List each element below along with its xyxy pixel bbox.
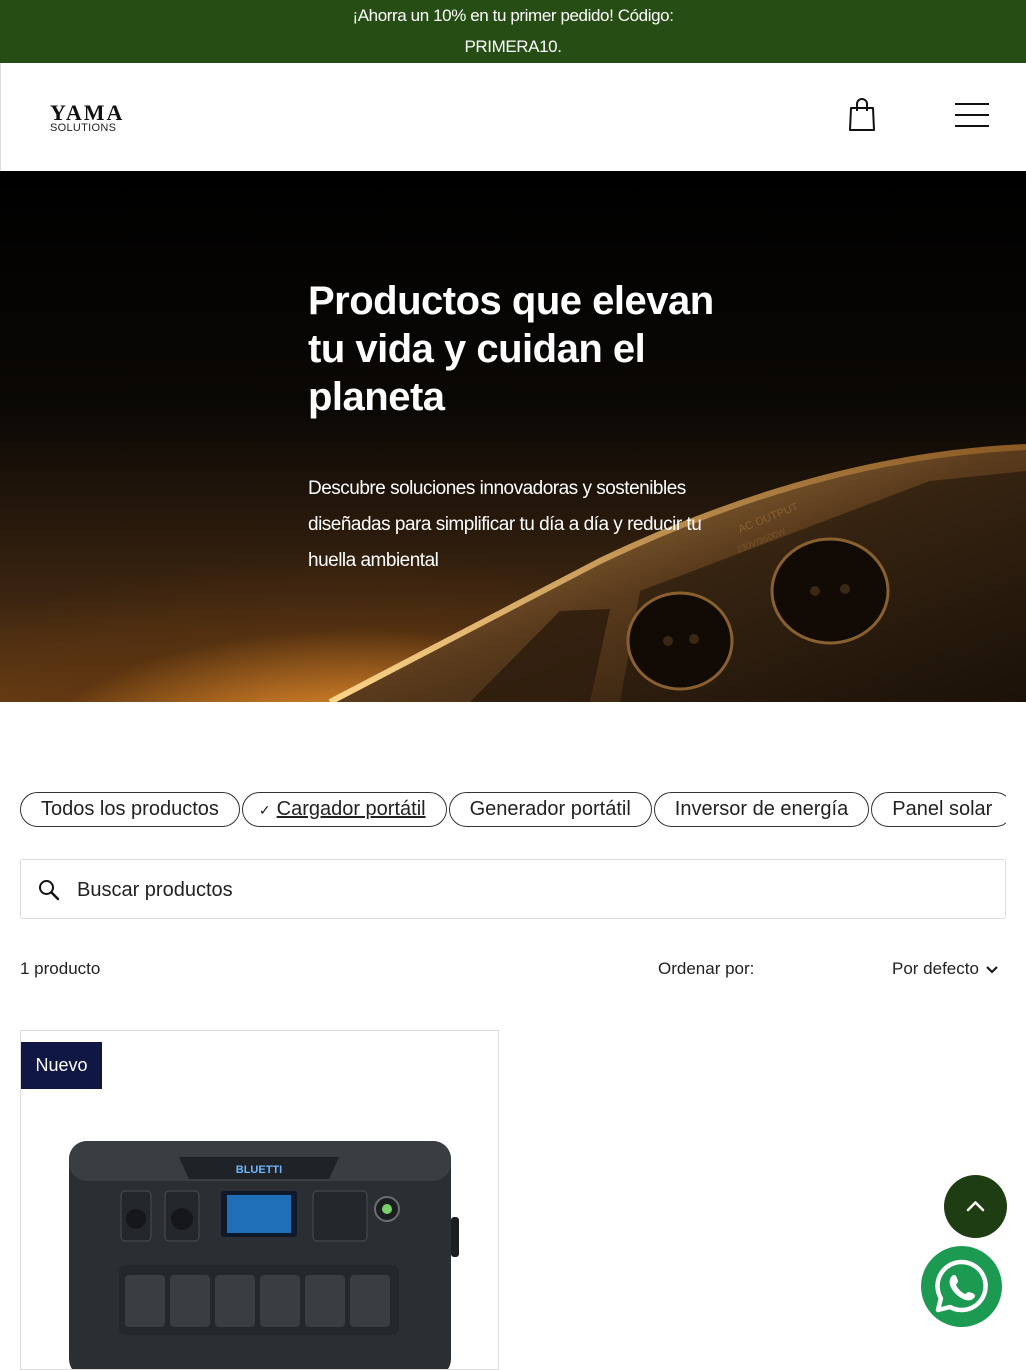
scroll-to-top-button[interactable] xyxy=(944,1175,1007,1238)
category-chip-generador[interactable]: Generador portátil xyxy=(448,792,652,827)
product-card[interactable]: Nuevo BLUETTI xyxy=(20,1030,499,1370)
hamburger-menu-icon xyxy=(955,103,989,127)
whatsapp-icon xyxy=(935,1259,988,1313)
category-chip-cargador[interactable]: ✓ Cargador portátil xyxy=(241,792,447,827)
search-input[interactable] xyxy=(77,874,957,906)
category-chip-label: Inversor de energía xyxy=(674,798,849,820)
product-brand-label: BLUETTI xyxy=(236,1164,282,1176)
category-chip-label: Cargador portátil xyxy=(276,798,426,820)
promo-banner: ¡Ahorra un 10% en tu primer pedido! Códi… xyxy=(0,0,1026,63)
category-chip-todos[interactable]: Todos los productos xyxy=(20,792,240,827)
hero-banner: AC OUTPUT 230V/3600W Productos que eleva… xyxy=(0,171,1026,702)
whatsapp-button[interactable] xyxy=(921,1246,1002,1327)
shopping-bag-icon xyxy=(849,98,875,131)
category-chip-label: Panel solar xyxy=(892,798,993,820)
hero-subtitle: Descubre soluciones innovadoras y sosten… xyxy=(308,478,702,571)
cart-button[interactable] xyxy=(846,97,878,133)
search-icon xyxy=(39,880,60,901)
site-logo[interactable]: YAMA SOLUTIONS xyxy=(50,100,125,134)
hero-title: Productos que elevan tu vida y cuidan el… xyxy=(308,279,714,419)
chevron-up-icon xyxy=(966,1201,985,1212)
promo-text-line2: PRIMERA10. xyxy=(464,37,562,56)
sort-dropdown[interactable]: Por defecto xyxy=(892,959,999,979)
logo-wordmark: YAMA xyxy=(50,100,125,125)
sort-value: Por defecto xyxy=(892,959,979,978)
logo-subtitle: SOLUTIONS xyxy=(50,122,117,134)
sort-label: Ordenar por: xyxy=(658,959,755,978)
category-chip-inversor[interactable]: Inversor de energía xyxy=(653,792,870,827)
site-header: YAMA SOLUTIONS xyxy=(0,63,1026,171)
new-badge: Nuevo xyxy=(21,1042,102,1089)
product-search xyxy=(20,859,1006,919)
results-count: 1 producto xyxy=(20,959,101,978)
checkmark-icon: ✓ xyxy=(258,802,271,818)
category-chip-label: Generador portátil xyxy=(469,798,631,820)
menu-button[interactable] xyxy=(955,103,989,131)
category-filter-bar: Todos los productos ✓ Cargador portátil Gen… xyxy=(20,792,1006,828)
product-image[interactable]: BLUETTI xyxy=(67,1137,467,1370)
category-chip-panel[interactable]: Panel solar xyxy=(871,792,1006,827)
chevron-down-icon xyxy=(986,965,998,973)
promo-text-line1: ¡Ahorra un 10% en tu primer pedido! Códi… xyxy=(352,6,674,25)
category-chip-label: Todos los productos xyxy=(41,798,219,820)
power-station-hero-image: AC OUTPUT 230V/3600W xyxy=(328,444,1026,702)
